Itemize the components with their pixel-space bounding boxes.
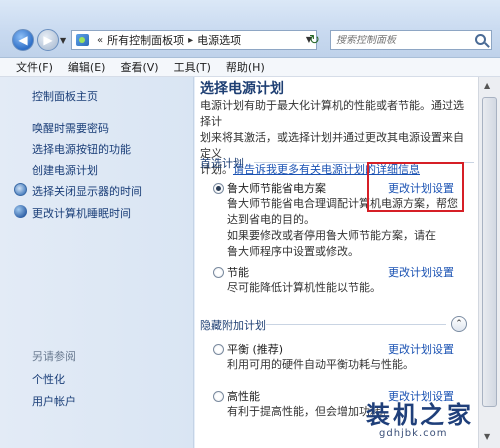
breadcrumb-power-options[interactable]: 电源选项 bbox=[197, 32, 241, 48]
control-panel-icon bbox=[76, 34, 89, 46]
page-title: 选择电源计划 bbox=[200, 81, 284, 97]
menu-view[interactable]: 查看(V) bbox=[120, 59, 158, 75]
breadcrumb-all-control-panel-items[interactable]: 所有控制面板项 bbox=[107, 32, 184, 48]
sidebar-link-control-panel-home[interactable]: 控制面板主页 bbox=[32, 88, 98, 104]
sidebar-link-require-password[interactable]: 唤醒时需要密码 bbox=[32, 120, 109, 136]
plan-power-saver-description: 尽可能降低计算机性能以节能。 bbox=[227, 281, 381, 294]
back-button[interactable]: ◀ bbox=[12, 29, 34, 51]
plan-high-performance-name: 高性能 bbox=[227, 390, 260, 403]
chevron-right-icon[interactable]: « bbox=[97, 35, 103, 46]
sidebar-link-power-buttons[interactable]: 选择电源按钮的功能 bbox=[32, 141, 131, 157]
scroll-up-icon[interactable]: ▲ bbox=[484, 81, 490, 90]
plan-power-saver-name: 节能 bbox=[227, 266, 249, 279]
highlight-box bbox=[367, 162, 464, 212]
watermark-url: gdhjbk.com bbox=[379, 428, 448, 439]
plan-balanced-radio[interactable] bbox=[213, 344, 224, 355]
sidebar-link-user-accounts[interactable]: 用户帐户 bbox=[32, 393, 76, 409]
sidebar-link-display-off-time[interactable]: 选择关闭显示器的时间 bbox=[32, 183, 142, 199]
plan-high-performance-radio[interactable] bbox=[213, 391, 224, 402]
plan-ludashi-name: 鲁大师节能省电方案 bbox=[227, 182, 326, 195]
menu-tools[interactable]: 工具(T) bbox=[174, 59, 211, 75]
plan-balanced-name: 平衡 (推荐) bbox=[227, 343, 284, 356]
scrollbar-thumb[interactable] bbox=[482, 97, 497, 407]
chevron-right-icon[interactable]: ▸ bbox=[188, 35, 193, 46]
plan-balanced-description: 利用可用的硬件自动平衡功耗与性能。 bbox=[227, 358, 414, 371]
address-bar: ◀ ▶ ▼ « 所有控制面板项 ▸ 电源选项 ▼ ↻ bbox=[0, 0, 500, 58]
see-also-heading: 另请参阅 bbox=[32, 350, 76, 363]
plan-power-saver-change-settings-link[interactable]: 更改计划设置 bbox=[388, 264, 454, 280]
preferred-plans-heading: 首选计划 bbox=[200, 157, 244, 170]
watermark-logo: 装机之家 bbox=[366, 401, 474, 429]
menu-file[interactable]: 文件(F) bbox=[16, 59, 53, 75]
search-icon[interactable] bbox=[475, 34, 486, 45]
recent-pages-dropdown-icon[interactable]: ▼ bbox=[60, 36, 66, 45]
scroll-down-icon[interactable]: ▼ bbox=[484, 432, 490, 441]
forward-button[interactable]: ▶ bbox=[37, 29, 59, 51]
plan-balanced-change-settings-link[interactable]: 更改计划设置 bbox=[388, 341, 454, 357]
search-input[interactable] bbox=[336, 34, 466, 46]
sidebar-link-sleep-time[interactable]: 更改计算机睡眠时间 bbox=[32, 205, 131, 221]
arrow-left-icon: ◀ bbox=[18, 33, 28, 47]
hidden-plans-heading: 隐藏附加计划 bbox=[200, 319, 266, 332]
sidebar-link-create-plan[interactable]: 创建电源计划 bbox=[32, 162, 98, 178]
menu-edit[interactable]: 编辑(E) bbox=[68, 59, 106, 75]
menu-bar: 文件(F) 编辑(E) 查看(V) 工具(T) 帮助(H) bbox=[0, 58, 500, 77]
plan-ludashi-radio[interactable] bbox=[213, 183, 224, 194]
sidebar-link-personalization[interactable]: 个性化 bbox=[32, 371, 65, 387]
vertical-scrollbar[interactable]: ▲ ▼ bbox=[478, 77, 500, 448]
refresh-icon[interactable]: ↻ bbox=[309, 33, 320, 48]
plan-power-saver-radio[interactable] bbox=[213, 267, 224, 278]
menu-help[interactable]: 帮助(H) bbox=[226, 59, 265, 75]
group-divider bbox=[266, 324, 446, 325]
display-power-icon bbox=[14, 183, 27, 196]
search-box[interactable] bbox=[330, 30, 492, 50]
breadcrumb[interactable]: « 所有控制面板项 ▸ 电源选项 ▼ bbox=[71, 30, 317, 50]
sleep-moon-icon bbox=[14, 205, 27, 218]
collapse-chevron-up-icon[interactable]: ⌃ bbox=[451, 316, 467, 332]
arrow-right-icon: ▶ bbox=[43, 33, 53, 47]
